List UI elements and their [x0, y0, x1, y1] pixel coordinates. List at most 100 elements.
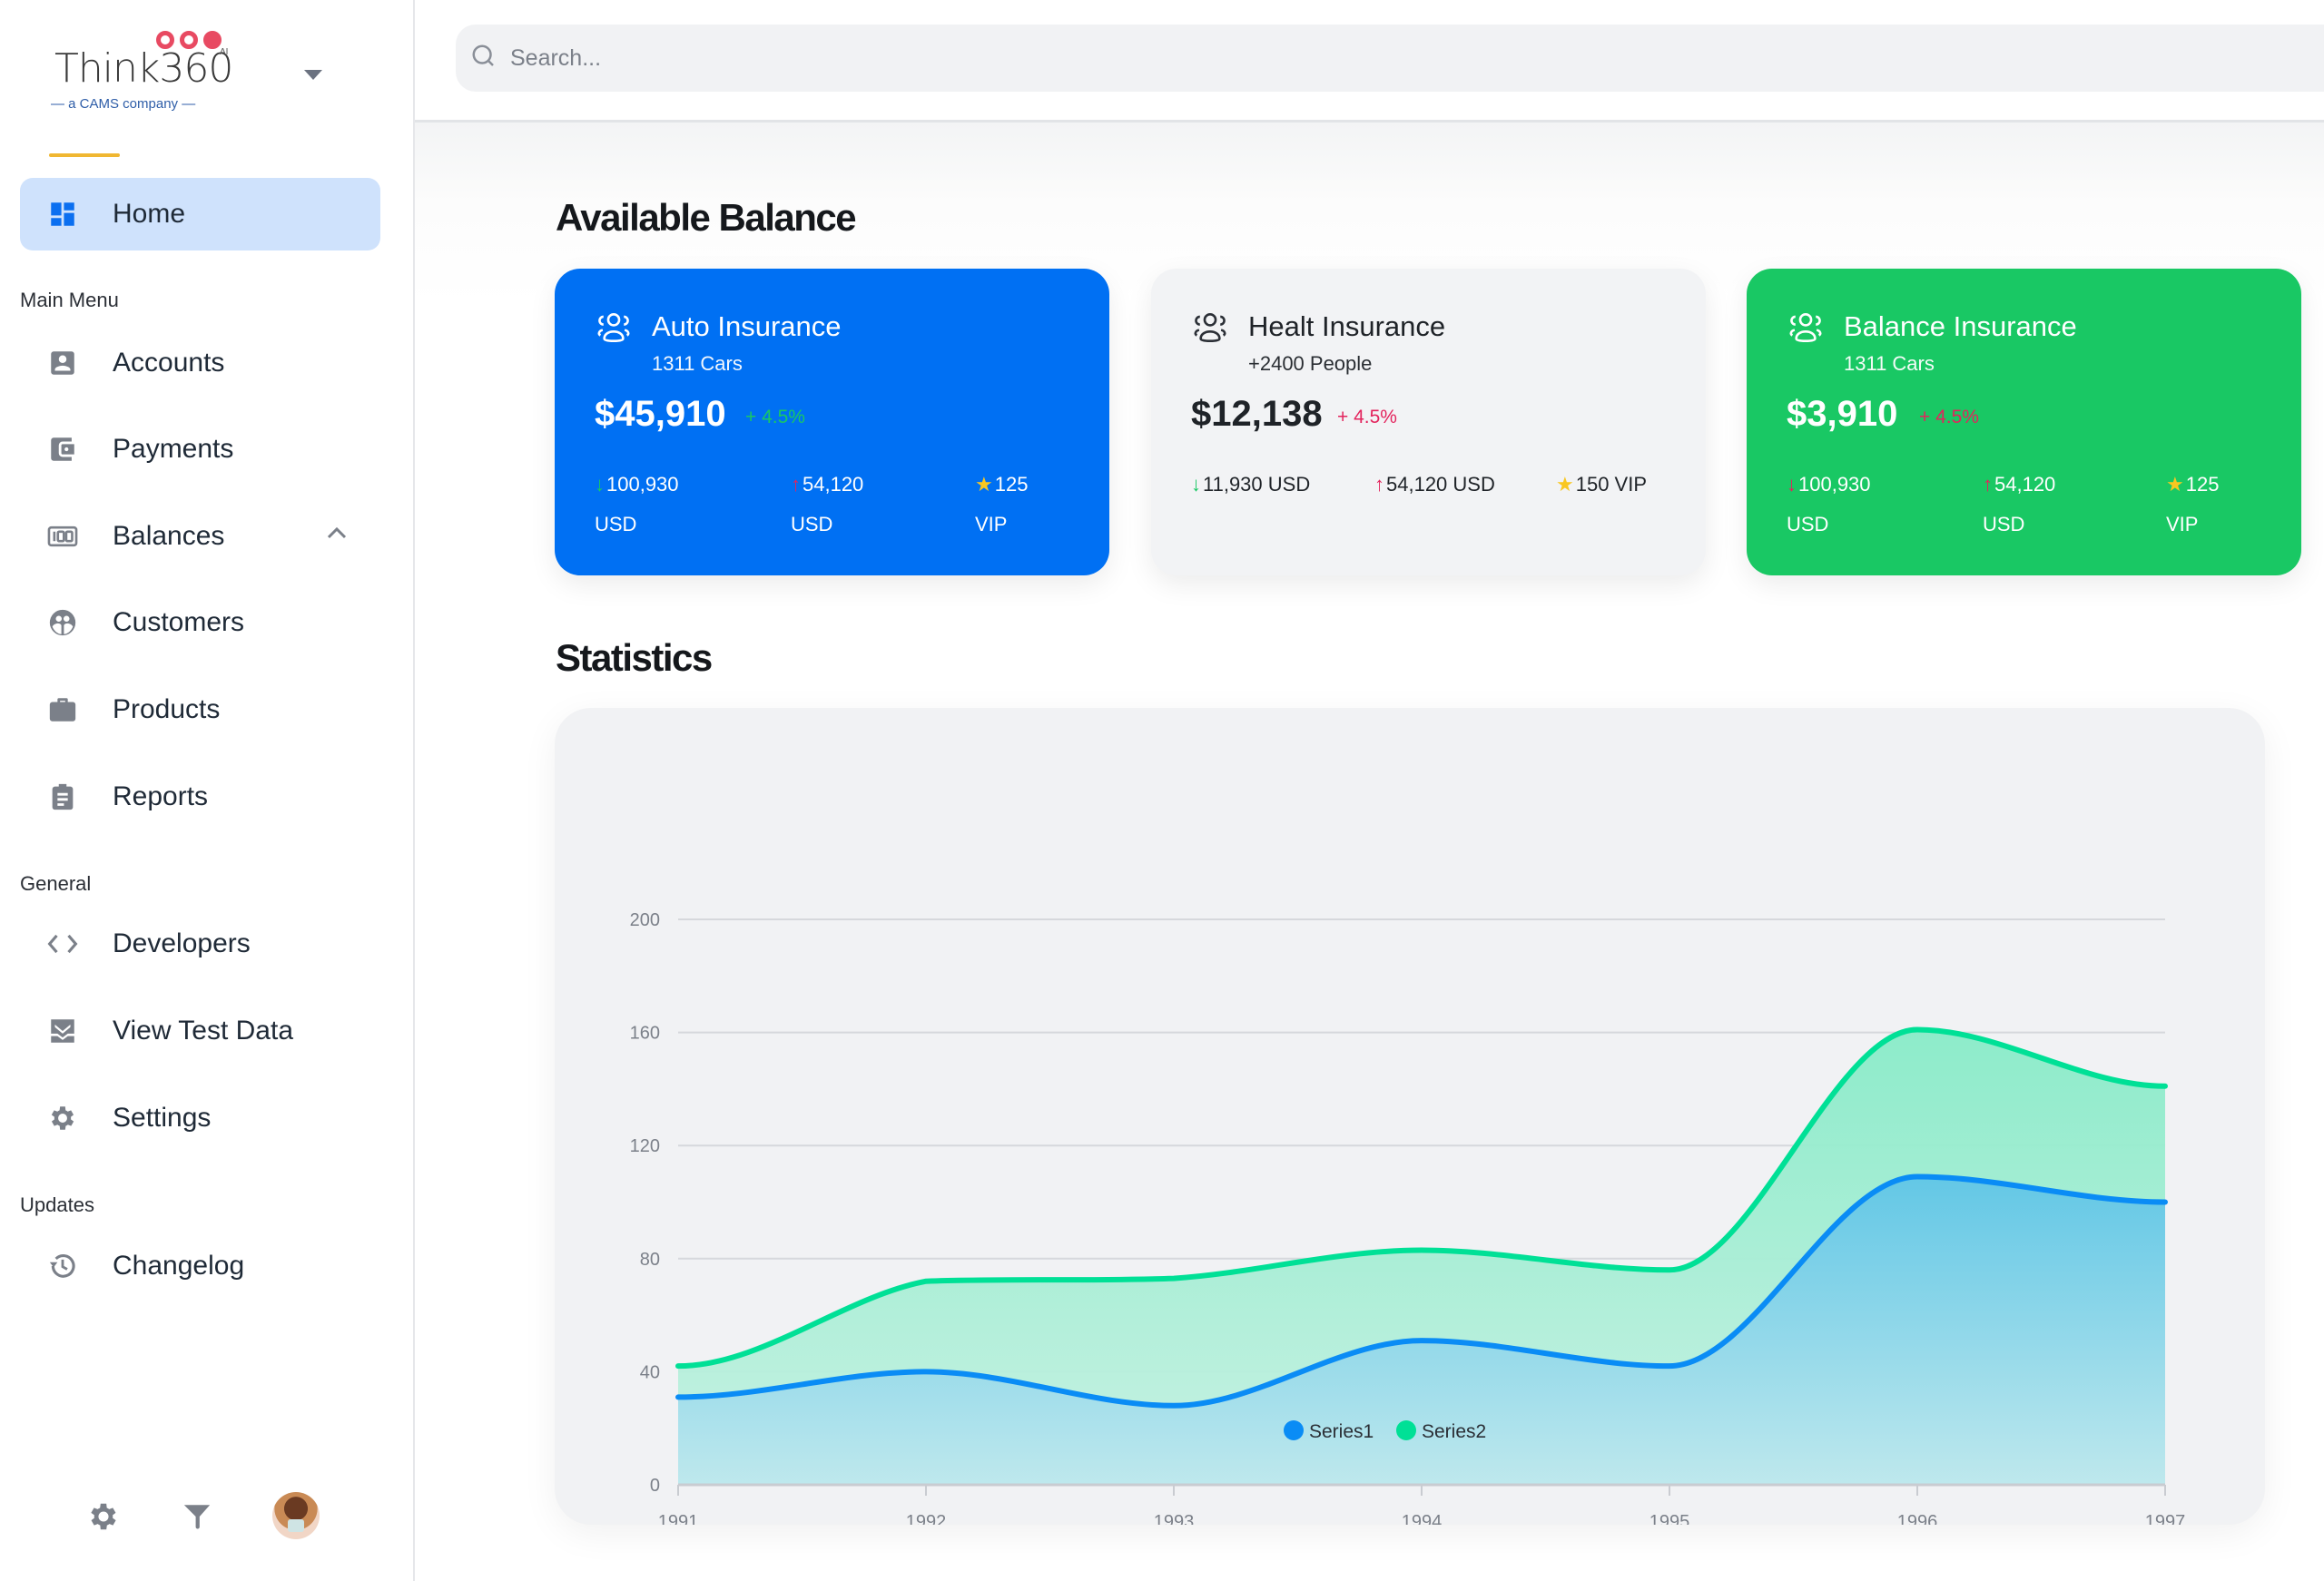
- sidebar-item-label: Developers: [113, 928, 251, 958]
- card-stat-outflow: ↓11,930 USD: [1191, 465, 1310, 505]
- top-header: [415, 0, 2324, 123]
- sidebar-item-label: Settings: [113, 1103, 212, 1133]
- sidebar-item-developers[interactable]: Developers: [20, 908, 380, 980]
- y-tick-label: 0: [650, 1476, 660, 1496]
- section-label-general: General: [20, 872, 92, 895]
- search-bar[interactable]: [456, 25, 2324, 92]
- sidebar-item-label: Accounts: [113, 348, 225, 378]
- x-tick-label: 1993: [1154, 1512, 1195, 1525]
- stat-value: 100,930: [1798, 473, 1871, 496]
- y-tick-label: 200: [630, 910, 660, 930]
- x-tick-label: 1991: [658, 1512, 699, 1525]
- card-subtitle: +2400 People: [1248, 352, 1373, 375]
- sidebar-item-settings[interactable]: Settings: [20, 1082, 380, 1154]
- legend-marker: [1396, 1420, 1416, 1440]
- card-stat-vip: ★150 VIP: [1556, 465, 1647, 505]
- balance-card-balance-insurance[interactable]: Balance Insurance 1311 Cars $3,910 + 4.5…: [1747, 269, 2301, 575]
- gear-icon: [47, 1103, 78, 1134]
- stat-unit: VIP: [2166, 513, 2199, 535]
- group-icon: [1191, 310, 1229, 349]
- y-tick-label: 80: [640, 1250, 660, 1270]
- inbox-icon: [47, 1016, 78, 1046]
- balance-card-health-insurance[interactable]: Healt Insurance +2400 People $12,138 + 4…: [1151, 269, 1706, 575]
- clipboard-icon: [47, 781, 78, 812]
- card-stat-inflow: ↑54,120 USD: [791, 465, 863, 545]
- sidebar-item-label: Changelog: [113, 1251, 245, 1281]
- code-icon: [47, 928, 78, 959]
- gear-icon[interactable]: [86, 1499, 121, 1538]
- sidebar-item-reports[interactable]: Reports: [20, 761, 380, 833]
- sidebar-item-products[interactable]: Products: [20, 673, 380, 746]
- x-tick-label: 1994: [1402, 1512, 1443, 1525]
- legend-label: Series2: [1422, 1421, 1486, 1442]
- sidebar-item-changelog[interactable]: Changelog: [20, 1230, 380, 1302]
- group-icon: [595, 310, 633, 349]
- star-icon: ★: [975, 473, 993, 496]
- sidebar-footer: [0, 1488, 415, 1543]
- arrow-down-icon: ↓: [595, 473, 605, 496]
- card-stat-outflow: ↓100,930 USD: [1787, 465, 1871, 545]
- legend-marker: [1284, 1420, 1304, 1440]
- card-change: + 4.5%: [1337, 407, 1397, 427]
- sidebar-item-home[interactable]: Home: [20, 178, 380, 250]
- star-icon: ★: [2166, 473, 2184, 496]
- group-icon: [1787, 310, 1825, 349]
- dashboard-icon: [47, 199, 78, 230]
- search-input[interactable]: [510, 44, 2144, 72]
- filter-icon[interactable]: [182, 1501, 212, 1537]
- brand-tagline: — a CAMS company —: [51, 96, 196, 112]
- stat-value: 11,930 USD: [1203, 473, 1311, 496]
- statistics-area-chart[interactable]: 0 40 80 120 160 200 1991 1992 1993 1994 1995 1996 19…: [555, 708, 2265, 1525]
- card-stat-inflow: ↑54,120 USD: [1983, 465, 2055, 545]
- sidebar-item-payments[interactable]: Payments: [20, 413, 380, 486]
- stat-value: 54,120 USD: [1386, 473, 1495, 496]
- balance-card-auto-insurance[interactable]: Auto Insurance 1311 Cars $45,910 + 4.5% …: [555, 269, 1109, 575]
- org-switcher-caret-icon[interactable]: [304, 70, 322, 80]
- card-title: Balance Insurance: [1844, 310, 2077, 342]
- legend-label: Series1: [1309, 1421, 1374, 1442]
- section-label-updates: Updates: [20, 1193, 94, 1216]
- history-icon: [47, 1251, 78, 1281]
- sidebar-item-view-test-data[interactable]: View Test Data: [20, 995, 380, 1067]
- card-stat-inflow: ↑54,120 USD: [1374, 465, 1495, 505]
- arrow-up-icon: ↑: [791, 473, 801, 496]
- user-avatar[interactable]: [272, 1492, 320, 1539]
- sidebar-item-label: Reports: [113, 781, 209, 811]
- arrow-up-icon: ↑: [1983, 473, 1993, 496]
- card-amount: $45,910: [595, 394, 726, 434]
- sidebar-item-label: Home: [113, 199, 186, 229]
- brand-superscript: AI: [220, 47, 229, 57]
- card-stat-outflow: ↓100,930 USD: [595, 465, 679, 545]
- card-title: Healt Insurance: [1248, 310, 1446, 342]
- x-tick-label: 1992: [906, 1512, 947, 1525]
- sidebar-item-balances[interactable]: Balances: [20, 500, 380, 573]
- stat-unit: USD: [791, 513, 833, 535]
- statistics-title: Statistics: [556, 636, 713, 679]
- stat-unit: USD: [595, 513, 637, 535]
- chevron-up-icon[interactable]: [326, 525, 348, 545]
- accent-divider: [49, 153, 120, 157]
- stat-value: 125: [2185, 473, 2220, 496]
- sidebar-item-label: Customers: [113, 607, 245, 637]
- sidebar-item-customers[interactable]: Customers: [20, 586, 380, 659]
- customers-icon: [47, 607, 78, 638]
- arrow-down-icon: ↓: [1787, 473, 1797, 496]
- sidebar-item-accounts[interactable]: Accounts: [20, 327, 380, 399]
- sidebar-item-label: Balances: [113, 521, 225, 551]
- arrow-up-icon: ↑: [1374, 473, 1384, 496]
- x-tick-label: 1997: [2145, 1512, 2186, 1525]
- sidebar-item-label: Products: [113, 694, 221, 724]
- stat-unit: USD: [1983, 513, 2025, 535]
- card-subtitle: 1311 Cars: [652, 352, 743, 375]
- card-amount: $3,910: [1787, 394, 1898, 434]
- brand-logo[interactable]: Think360 AI — a CAMS company —: [45, 25, 236, 116]
- y-tick-label: 160: [630, 1024, 660, 1044]
- y-tick-label: 120: [630, 1136, 660, 1156]
- sidebar: Think360 AI — a CAMS company — Home Main…: [0, 0, 415, 1581]
- statistics-chart-card: 0 40 80 120 160 200 1991 1992 1993 1994 1995 1996 19…: [555, 708, 2265, 1525]
- card-title: Auto Insurance: [652, 310, 842, 342]
- wallet-icon: [47, 434, 78, 465]
- stat-value: 150 VIP: [1575, 473, 1648, 496]
- sidebar-item-label: View Test Data: [113, 1016, 293, 1046]
- x-tick-label: 1995: [1649, 1512, 1690, 1525]
